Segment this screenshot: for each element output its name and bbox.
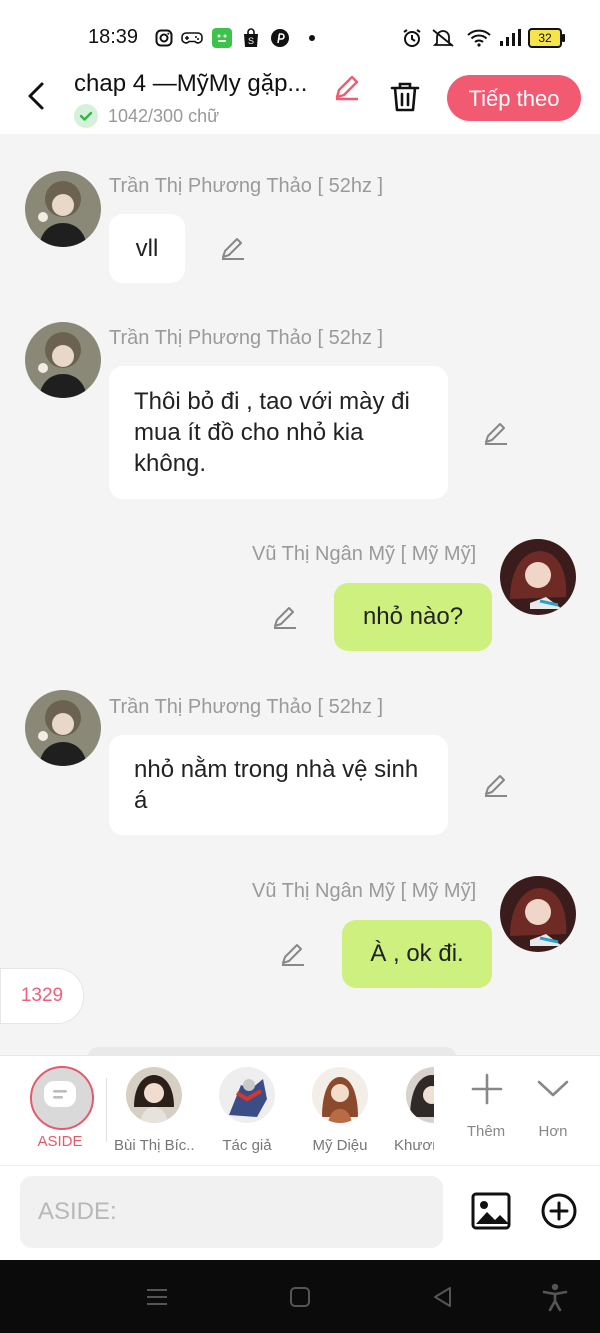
word-count: 1042/300 chữ: [108, 106, 220, 126]
accessibility-icon[interactable]: [541, 1282, 569, 1312]
edit-message-icon[interactable]: [271, 603, 299, 631]
edit-message-icon[interactable]: [219, 234, 247, 262]
message-bubble[interactable]: vll: [109, 214, 185, 283]
message-input[interactable]: [20, 1176, 443, 1248]
message-author: Trần Thị Phương Thảo [ 52hz ]: [109, 327, 384, 349]
plus-icon[interactable]: [467, 1071, 507, 1107]
edit-message-icon[interactable]: [482, 419, 510, 447]
aside-icon: [44, 1081, 76, 1107]
character-item[interactable]: Bùi Thị Bíc...: [114, 1067, 194, 1154]
gamepad-icon: [180, 27, 204, 49]
alarm-icon: [400, 27, 424, 49]
home-icon[interactable]: [288, 1285, 312, 1309]
character-item[interactable]: Tác giả: [207, 1067, 287, 1154]
message-bubble[interactable]: Thôi bỏ đi , tao với mày đi mua ít đồ ch…: [109, 366, 448, 499]
edit-title-icon[interactable]: [332, 72, 362, 102]
character-avatar: [406, 1067, 434, 1123]
message-bubble[interactable]: À , ok đi.: [342, 920, 492, 988]
message-author: Trần Thị Phương Thảo [ 52hz ]: [109, 696, 384, 718]
avatar-phuong-thao[interactable]: [25, 690, 101, 766]
character-name: Bùi Thị Bíc...: [114, 1137, 194, 1154]
character-item[interactable]: Mỹ Diệu: [300, 1067, 380, 1154]
add-circle-icon[interactable]: [539, 1191, 579, 1231]
instagram-icon: [154, 27, 174, 49]
character-avatar: [312, 1067, 368, 1123]
message-author: Vũ Thị Ngân Mỹ [ Mỹ Mỹ]: [252, 543, 477, 565]
message-bubble[interactable]: nhỏ nằm trong nhà vệ sinh á: [109, 735, 448, 835]
avatar-ngan-my[interactable]: [500, 539, 576, 615]
character-avatar: [219, 1067, 275, 1123]
wifi-icon: [466, 27, 492, 49]
character-avatar: [126, 1067, 182, 1123]
chapter-count-badge[interactable]: 1329: [0, 968, 84, 1024]
dot-icon: [306, 27, 318, 49]
chapter-title[interactable]: chap 4 —MỹMy gặp...: [74, 70, 307, 98]
divider: [106, 1078, 107, 1142]
check-icon: [74, 104, 98, 128]
battery-icon: 32: [528, 28, 565, 48]
signal-icon: [498, 27, 522, 49]
avatar-phuong-thao[interactable]: [25, 322, 101, 398]
avatar-ngan-my[interactable]: [500, 876, 576, 952]
svg-text:S: S: [248, 36, 254, 46]
character-item[interactable]: Khươn: [392, 1067, 434, 1154]
status-time: 18:39: [88, 26, 139, 48]
back-icon[interactable]: [22, 78, 52, 114]
pinterest-icon: [270, 27, 290, 49]
character-name: Tác giả: [222, 1137, 272, 1154]
edit-message-icon[interactable]: [279, 940, 307, 968]
trash-icon[interactable]: [388, 80, 422, 114]
mute-icon: [430, 27, 456, 49]
more-characters-label[interactable]: Thêm: [456, 1123, 516, 1140]
avatar-phuong-thao[interactable]: [25, 171, 101, 247]
message-bubble[interactable]: nhỏ nào?: [334, 583, 492, 651]
message-author: Vũ Thị Ngân Mỹ [ Mỹ Mỹ]: [252, 880, 477, 902]
character-name: Mỹ Diệu: [312, 1137, 368, 1154]
expand-label[interactable]: Hơn: [523, 1123, 583, 1140]
next-button[interactable]: Tiếp theo: [447, 75, 581, 121]
chevron-down-icon[interactable]: [533, 1072, 573, 1104]
character-name: Khươn: [394, 1137, 434, 1154]
menu-icon[interactable]: [144, 1284, 170, 1310]
shop-icon: S: [241, 27, 261, 49]
edit-message-icon[interactable]: [482, 771, 510, 799]
image-icon[interactable]: [470, 1190, 512, 1232]
aside-label: ASIDE: [37, 1133, 83, 1150]
wechat-icon: [211, 27, 233, 49]
back-nav-icon[interactable]: [430, 1284, 456, 1310]
message-author: Trần Thị Phương Thảo [ 52hz ]: [109, 175, 384, 197]
